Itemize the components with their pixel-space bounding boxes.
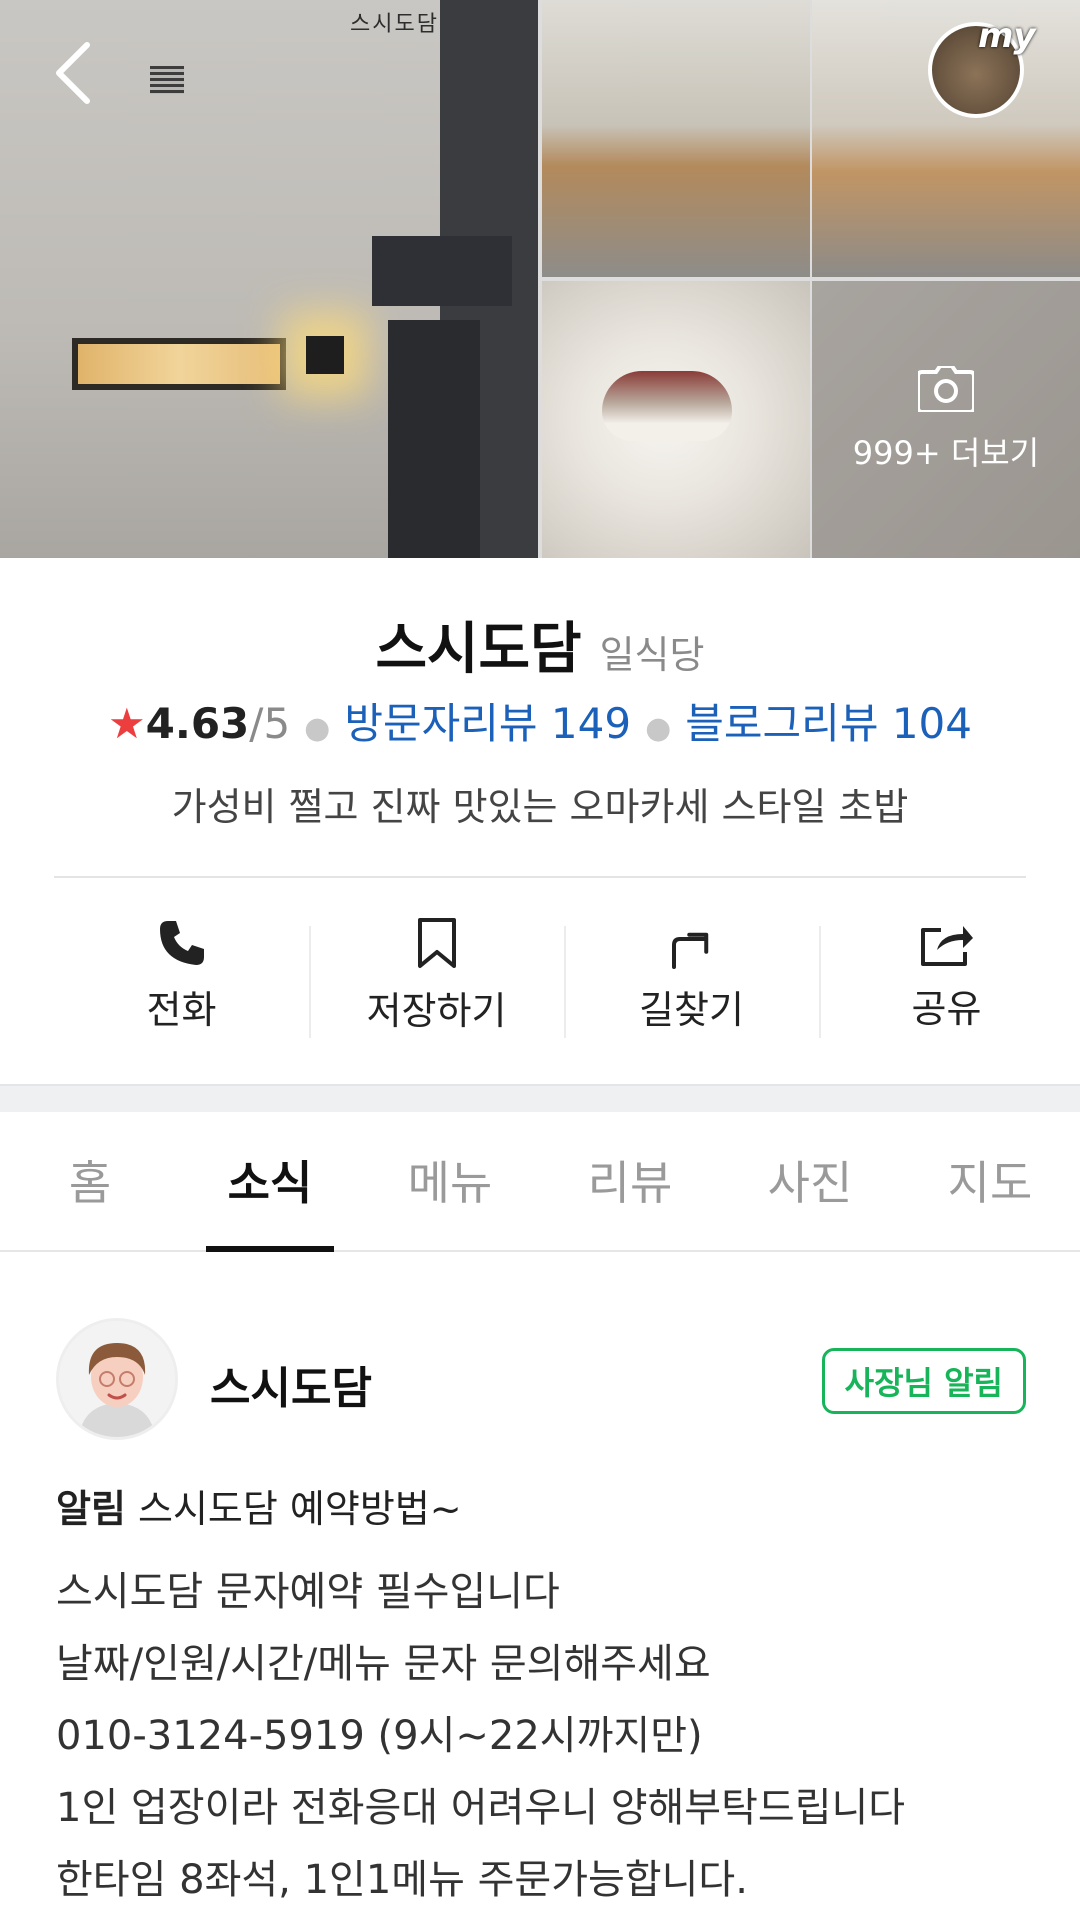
bookmark-icon <box>417 917 456 968</box>
blog-reviews-link[interactable]: 블로그리뷰 104 <box>685 699 972 748</box>
rating-value: 4.63 <box>145 699 250 748</box>
tab-bar: 홈 소식 메뉴 리뷰 사진 지도 <box>0 1110 1080 1252</box>
tab-news[interactable]: 소식 <box>180 1110 360 1252</box>
share-label: 공유 <box>911 986 982 1031</box>
back-button[interactable] <box>48 38 98 108</box>
call-button[interactable]: 전화 <box>54 900 309 1050</box>
door <box>388 320 480 558</box>
interior-photo-1[interactable] <box>542 0 810 277</box>
post-line: 010-3124-5919 (9시~22시까지만) <box>56 1713 703 1759</box>
photo-gallery[interactable]: 스시도담 999+ 더보기 my <box>0 0 1080 558</box>
rating-max: /5 <box>249 699 291 748</box>
place-name: 스시도담 <box>375 617 582 682</box>
divider <box>54 876 1026 878</box>
section-separator <box>0 1084 1080 1112</box>
camera-icon <box>918 365 974 412</box>
storefront-window <box>72 338 286 390</box>
star-icon: ★ <box>108 699 146 748</box>
sushi-photo[interactable] <box>542 281 810 558</box>
post-title-prefix: 알림 <box>56 1487 126 1531</box>
directions-button[interactable]: 길찾기 <box>564 900 819 1050</box>
tab-reviews[interactable]: 리뷰 <box>540 1110 720 1250</box>
avatar[interactable] <box>56 1318 178 1440</box>
save-label: 저장하기 <box>366 988 507 1033</box>
post-line: 스시도담 문자예약 필수입니다 <box>56 1569 560 1615</box>
more-photos-label: 999+ 더보기 <box>852 433 1040 472</box>
post-title[interactable]: 알림 스시도담 예약방법~ <box>56 1478 462 1533</box>
post-title-text: 스시도담 예약방법~ <box>138 1487 462 1531</box>
post-line: 날짜/인원/시간/메뉴 문자 문의해주세요 <box>56 1641 711 1687</box>
place-category: 일식당 <box>599 633 705 677</box>
sushi-piece <box>602 371 732 441</box>
place-description: 가성비 쩔고 진짜 맛있는 오마카세 스타일 초밥 <box>171 785 909 829</box>
tab-menu[interactable]: 메뉴 <box>360 1110 540 1250</box>
post-author[interactable]: 스시도담 <box>210 1352 372 1416</box>
post-header: 스시도담 사장님 알림 <box>56 1318 1026 1446</box>
tab-photos[interactable]: 사진 <box>720 1110 900 1250</box>
directions-icon <box>671 932 708 969</box>
owner-avatar-icon <box>59 1321 175 1437</box>
directions-label: 길찾기 <box>639 987 744 1032</box>
post-line: 한타임 8좌석, 1인1메뉴 주문가능합니다. <box>56 1857 748 1903</box>
call-label: 전화 <box>146 987 217 1032</box>
phone-icon <box>159 920 204 965</box>
visitor-reviews-link[interactable]: 방문자리뷰 149 <box>344 699 631 748</box>
storefront-sign: 스시도담 <box>350 12 439 37</box>
tab-home[interactable]: 홈 <box>0 1110 180 1250</box>
share-icon <box>920 925 973 966</box>
vent <box>150 66 184 94</box>
my-badge: my <box>978 16 1036 56</box>
tab-map[interactable]: 지도 <box>900 1110 1080 1250</box>
more-photos-button[interactable]: 999+ 더보기 <box>812 281 1080 558</box>
chevron-left-icon <box>56 42 90 104</box>
share-button[interactable]: 공유 <box>819 900 1074 1050</box>
owner-notice-badge: 사장님 알림 <box>821 1348 1026 1414</box>
post-body[interactable]: 스시도담 문자예약 필수입니다 날짜/인원/시간/메뉴 문자 문의해주세요 01… <box>56 1556 1046 1916</box>
post-line: 1인 업장이라 전화응대 어려우니 양해부탁드립니다 <box>56 1785 906 1831</box>
sign-lamp <box>306 336 344 374</box>
action-bar: 전화 저장하기 길찾기 공유 <box>54 900 1074 1050</box>
save-button[interactable]: 저장하기 <box>309 900 564 1050</box>
place-title-row: 스시도담 일식당 <box>0 604 1080 685</box>
awning <box>372 236 512 306</box>
rating-row: ★4.63/5 ● 방문자리뷰 149 ● 블로그리뷰 104 <box>108 699 972 748</box>
